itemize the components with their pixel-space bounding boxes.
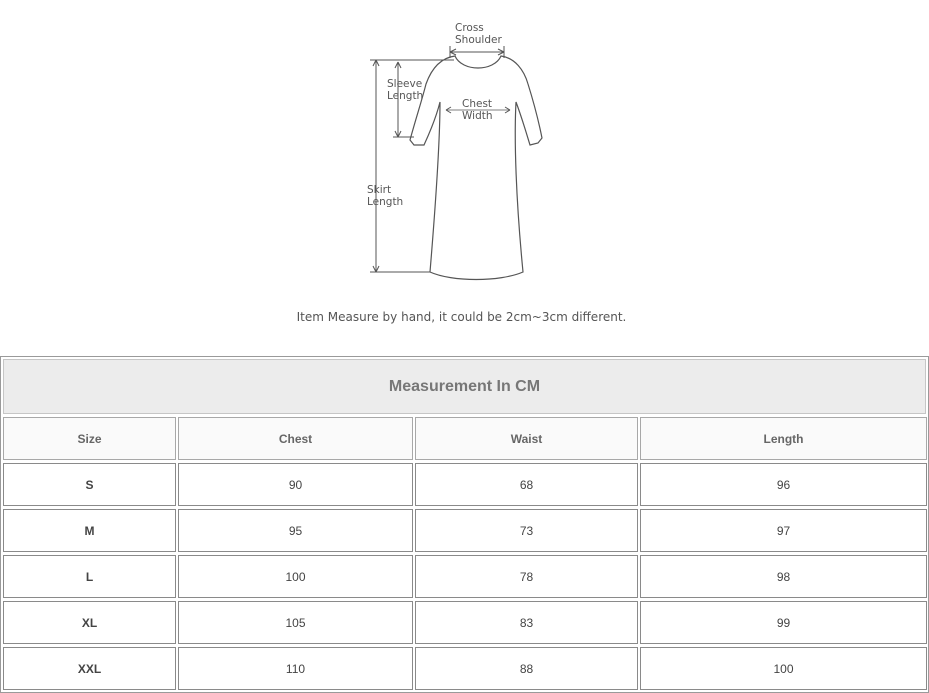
- header-length: Length: [640, 417, 927, 460]
- size-table: Measurement In CM Size Chest Waist Lengt…: [0, 356, 929, 693]
- table-cell-chest: 90: [178, 463, 413, 506]
- table-cell-waist: 88: [415, 647, 638, 690]
- header-size: Size: [3, 417, 176, 460]
- table-cell-chest: 110: [178, 647, 413, 690]
- sleeve-length-label: Sleeve Length: [387, 78, 424, 102]
- table-cell-length: 97: [640, 509, 927, 552]
- table-row-size: L: [3, 555, 176, 598]
- cross-shoulder-label: Cross Shoulder: [455, 22, 502, 46]
- table-cell-chest: 100: [178, 555, 413, 598]
- measurement-note: Item Measure by hand, it could be 2cm~3c…: [296, 310, 627, 324]
- table-cell-length: 100: [640, 647, 927, 690]
- dress-outline: [409, 55, 543, 281]
- size-diagram: Cross Shoulder Sleeve Length Chest Width…: [0, 0, 929, 300]
- table-cell-chest: 105: [178, 601, 413, 644]
- table-cell-length: 99: [640, 601, 927, 644]
- header-chest: Chest: [178, 417, 413, 460]
- skirt-length-label: Skirt Length: [367, 184, 404, 208]
- table-cell-waist: 78: [415, 555, 638, 598]
- table-cell-chest: 95: [178, 509, 413, 552]
- table-cell-waist: 83: [415, 601, 638, 644]
- chest-width-label: Chest Width: [462, 98, 493, 122]
- table-title: Measurement In CM: [3, 359, 926, 414]
- table-cell-waist: 68: [415, 463, 638, 506]
- table-row-size: S: [3, 463, 176, 506]
- table-cell-waist: 73: [415, 509, 638, 552]
- table-row-size: XXL: [3, 647, 176, 690]
- table-cell-length: 98: [640, 555, 927, 598]
- table-cell-length: 96: [640, 463, 927, 506]
- header-waist: Waist: [415, 417, 638, 460]
- table-row-size: XL: [3, 601, 176, 644]
- table-row-size: M: [3, 509, 176, 552]
